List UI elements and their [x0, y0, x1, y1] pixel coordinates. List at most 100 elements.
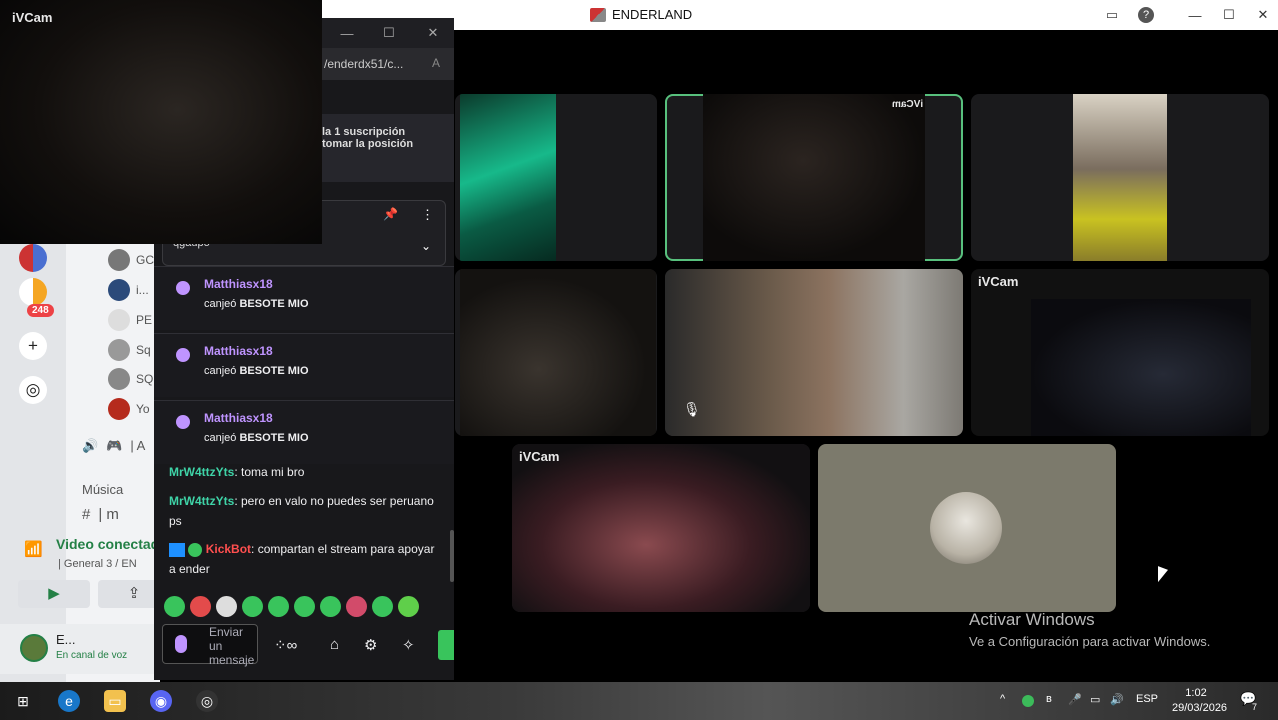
hash-icon: #: [82, 506, 91, 523]
microphone-tray-icon[interactable]: 🎤: [1068, 693, 1082, 706]
community-icon[interactable]: ⁘∞: [274, 636, 297, 654]
status-icon[interactable]: [1022, 695, 1034, 707]
avatar: [108, 309, 130, 331]
voice-connected-panel: 📶 Video conectado | General 3 / EN ▶ ⇪: [8, 526, 170, 616]
clock[interactable]: 1:02 29/03/2026: [1172, 686, 1227, 716]
server-icon[interactable]: [19, 244, 47, 272]
camera-button[interactable]: ▶: [18, 580, 90, 608]
member-name: GC: [136, 253, 154, 267]
chat-input[interactable]: Enviar un mensaje: [162, 624, 258, 667]
send-button[interactable]: [438, 630, 454, 660]
signal-icon: 📶: [24, 541, 43, 558]
member-item[interactable]: GC: [108, 249, 154, 271]
avatar: [108, 279, 130, 301]
emote-icon[interactable]: [164, 596, 185, 617]
emote-icon[interactable]: [268, 596, 289, 617]
member-item[interactable]: Sq: [108, 339, 151, 361]
video-tile[interactable]: [455, 269, 657, 436]
network-icon[interactable]: ▭: [1090, 693, 1100, 706]
store-icon[interactable]: ⌂: [330, 636, 339, 653]
edge-icon[interactable]: e: [58, 690, 80, 712]
minimize-button[interactable]: —: [1178, 0, 1212, 30]
chat-username[interactable]: KickBot: [206, 542, 251, 556]
obs-icon[interactable]: ◎: [196, 690, 218, 712]
redemption-user[interactable]: Matthiasx18: [204, 344, 273, 358]
subscription-text-2: tomar la posición: [322, 138, 414, 150]
server-folder-icon[interactable]: [19, 278, 47, 306]
explore-icon[interactable]: ◎: [19, 376, 47, 404]
user-name: E...: [56, 632, 76, 647]
member-name: SQ: [136, 372, 154, 386]
member-name: Yo: [136, 402, 150, 416]
bluetooth-icon[interactable]: ʙ: [1046, 693, 1052, 705]
windows-start-icon[interactable]: ⊞: [12, 690, 34, 712]
activate-windows-title: Activar Windows: [969, 610, 1095, 629]
audio-tile[interactable]: [818, 444, 1116, 612]
discord-icon[interactable]: ◉: [150, 690, 172, 712]
chevron-down-icon[interactable]: ⌄: [421, 239, 431, 253]
show-hidden-icons-icon[interactable]: ^: [1000, 693, 1005, 705]
activate-windows-watermark: Activar Windows Ve a Configuración para …: [969, 610, 1210, 649]
help-icon[interactable]: ?: [1138, 7, 1154, 23]
video-tile[interactable]: iVCam: [971, 269, 1269, 436]
category-label[interactable]: Música: [82, 482, 123, 497]
server-icon: [590, 7, 606, 22]
pin-icon[interactable]: 📌: [383, 207, 398, 221]
microphone-icon[interactable]: [175, 635, 187, 653]
user-status: En canal de voz: [56, 650, 128, 661]
text-channel-row[interactable]: # | m: [82, 506, 119, 523]
taskbar: ⊞ e ▭ ◉ ◎ ^ ʙ 🎤 ▭ 🔊 ESP 1:02 29/03/2026 …: [0, 682, 1278, 720]
member-item[interactable]: PE: [108, 309, 152, 331]
emote-icon[interactable]: [398, 596, 419, 617]
emote-icon[interactable]: [294, 596, 315, 617]
maximize-button[interactable]: ☐: [1212, 0, 1246, 30]
emote-icon[interactable]: [320, 596, 341, 617]
member-item[interactable]: SQ: [108, 368, 153, 390]
emote-icon[interactable]: [372, 596, 393, 617]
close-button[interactable]: ✕: [416, 18, 450, 48]
volume-icon[interactable]: 🔊: [1110, 693, 1124, 706]
language-indicator[interactable]: ESP: [1136, 693, 1158, 705]
redemption-text: canjeó BESOTE MIO: [204, 432, 309, 444]
video-tile[interactable]: 🎙: [665, 269, 963, 436]
video-tile[interactable]: [455, 94, 657, 261]
reader-mode-icon[interactable]: A: [432, 56, 440, 70]
emote-icon[interactable]: [190, 596, 211, 617]
channel-label: | m: [98, 506, 119, 523]
maximize-button[interactable]: ☐: [372, 18, 406, 48]
settings-icon[interactable]: ⚙: [364, 636, 377, 654]
muted-mic-icon: 🎙: [683, 401, 701, 417]
video-tile-selected[interactable]: iVCam: [665, 94, 963, 261]
video-feed: [1031, 299, 1251, 436]
ivcam-preview[interactable]: iVCam: [0, 0, 322, 244]
chat-username[interactable]: MrW4ttzYts: [169, 465, 234, 479]
speaker-icon: 🔊: [82, 438, 99, 453]
minimize-button[interactable]: —: [330, 18, 364, 48]
channel-points-icon: [176, 348, 190, 362]
emote-icon[interactable]: [346, 596, 367, 617]
window-title: ENDERLAND: [612, 7, 693, 22]
url-text: /enderdx51/c...: [324, 57, 404, 71]
redemption-user[interactable]: Matthiasx18: [204, 411, 273, 425]
avatar: [108, 339, 130, 361]
video-tile[interactable]: iVCam: [512, 444, 810, 612]
member-item[interactable]: Yo: [108, 398, 150, 420]
redemption-user[interactable]: Matthiasx18: [204, 277, 273, 291]
puzzle-icon[interactable]: ✧: [402, 636, 415, 654]
chat-message: KickBot: compartan el stream para apoyar…: [169, 539, 439, 579]
add-server-icon[interactable]: +: [19, 332, 47, 360]
close-button[interactable]: ✕: [1246, 0, 1278, 30]
chat-username[interactable]: MrW4ttzYts: [169, 494, 234, 508]
more-options-icon[interactable]: ⋮: [421, 207, 434, 223]
inbox-icon[interactable]: ▭: [1104, 7, 1120, 23]
voice-channel-row[interactable]: 🔊 🎮 | A: [82, 438, 145, 454]
file-explorer-icon[interactable]: ▭: [104, 690, 126, 712]
video-tile[interactable]: [971, 94, 1269, 261]
chat-scrollbar[interactable]: [450, 530, 454, 582]
emote-icon[interactable]: [216, 596, 237, 617]
avatar[interactable]: [20, 634, 48, 662]
activate-windows-subtitle: Ve a Configuración para activar Windows.: [969, 634, 1211, 649]
member-item[interactable]: i...: [108, 279, 149, 301]
emote-icon[interactable]: [242, 596, 263, 617]
user-panel: E... En canal de voz: [0, 624, 160, 674]
